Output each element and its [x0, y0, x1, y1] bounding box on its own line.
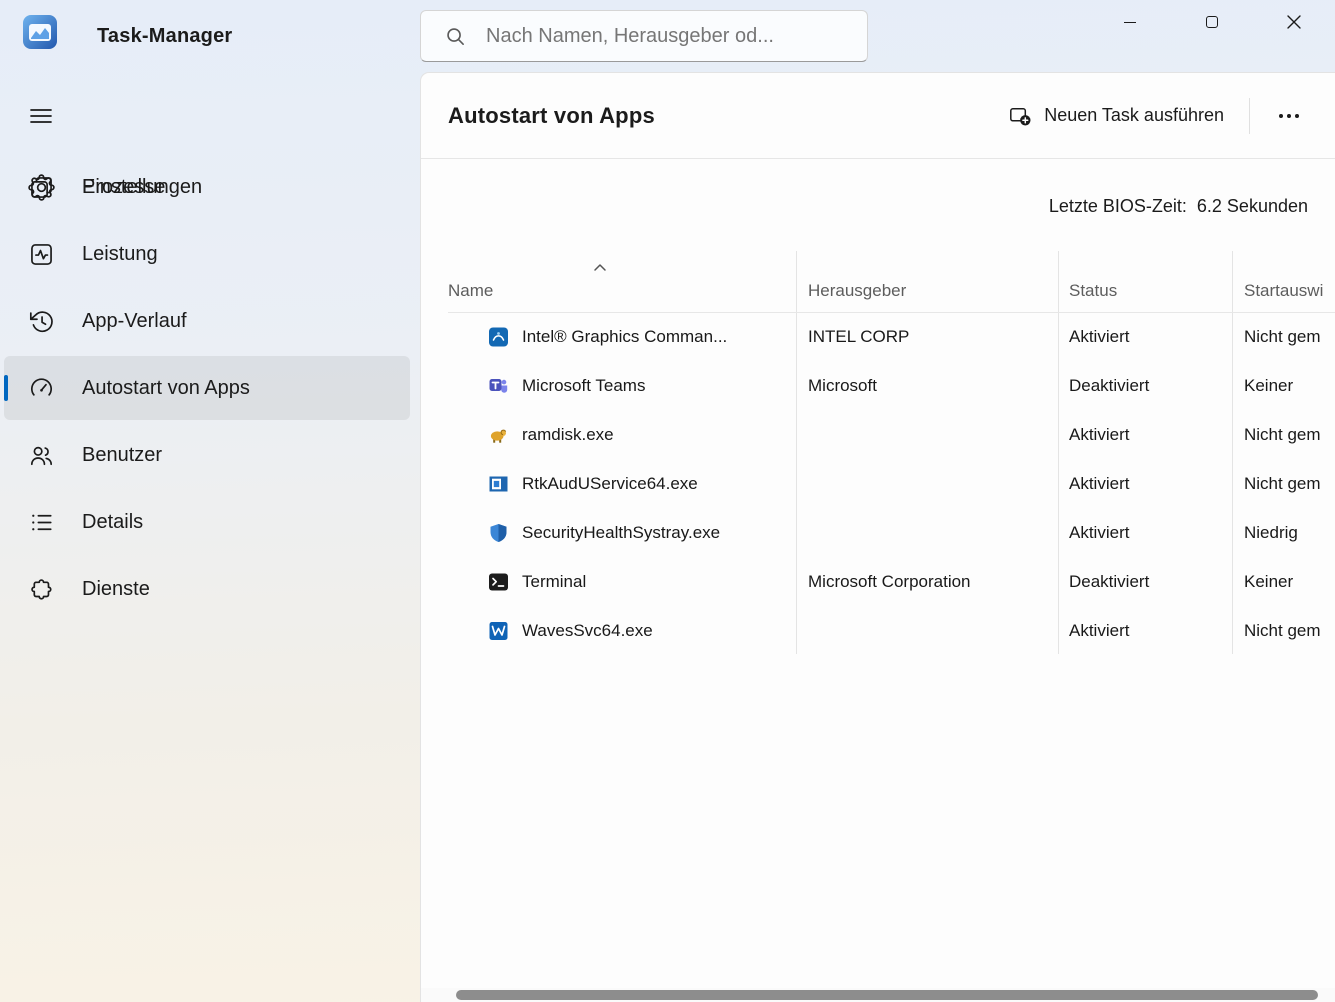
settings-gear-icon	[27, 173, 55, 201]
close-button[interactable]	[1253, 0, 1335, 44]
app-status: Aktiviert	[1069, 606, 1129, 655]
ramdisk-icon	[488, 424, 509, 445]
app-name: Microsoft Teams	[522, 361, 645, 410]
app-startup-impact: Nicht gem	[1244, 459, 1321, 508]
minimize-icon	[1124, 22, 1136, 23]
microsoft-teams-icon	[488, 375, 509, 396]
app-publisher: Microsoft	[808, 361, 877, 410]
app-status: Deaktiviert	[1069, 361, 1149, 410]
minimize-button[interactable]	[1089, 0, 1171, 44]
header-divider	[1249, 98, 1250, 134]
search-box[interactable]	[420, 10, 868, 62]
app-name: SecurityHealthSystray.exe	[522, 508, 720, 557]
hamburger-menu-button[interactable]	[24, 99, 58, 133]
app-startup-impact: Nicht gem	[1244, 312, 1321, 361]
table-row[interactable]: Terminal Microsoft Corporation Deaktivie…	[421, 557, 1335, 606]
task-manager-logo-icon	[22, 14, 58, 50]
app-startup-impact: Keiner	[1244, 557, 1293, 606]
search-icon	[445, 26, 466, 47]
app-name: RtkAudUService64.exe	[522, 459, 698, 508]
main-content: Autostart von Apps Neuen Task ausführen …	[420, 72, 1335, 1002]
column-header-publisher[interactable]: Herausgeber	[808, 281, 906, 301]
app-publisher: INTEL CORP	[808, 312, 909, 361]
close-icon	[1287, 15, 1301, 29]
app-name: Terminal	[522, 557, 586, 606]
realtek-audio-icon	[488, 473, 509, 494]
security-shield-icon	[488, 522, 509, 543]
sidebar-item-einstellungen[interactable]: Einstellungen	[4, 155, 410, 219]
maximize-icon	[1206, 16, 1218, 28]
sidebar-footer: Einstellungen	[0, 152, 420, 992]
app-startup-impact: Nicht gem	[1244, 410, 1321, 459]
table-body: Intel® Graphics Comman... INTEL CORP Akt…	[421, 312, 1335, 655]
run-new-task-label: Neuen Task ausführen	[1044, 105, 1224, 126]
scrollbar-thumb[interactable]	[456, 990, 1318, 1000]
run-new-task-button[interactable]: Neuen Task ausführen	[996, 95, 1236, 137]
column-header-startup-impact[interactable]: Startauswi	[1244, 281, 1323, 301]
sidebar: Task-Manager Prozesse	[0, 0, 420, 1002]
table-row[interactable]: WavesSvc64.exe Aktiviert Nicht gem	[421, 606, 1335, 655]
table-row[interactable]: Microsoft Teams Microsoft Deaktiviert Ke…	[421, 361, 1335, 410]
app-name: WavesSvc64.exe	[522, 606, 653, 655]
app-title: Task-Manager	[97, 25, 232, 48]
column-header-name[interactable]: Name	[448, 281, 493, 301]
waves-audio-icon	[488, 620, 509, 641]
app-status: Aktiviert	[1069, 410, 1129, 459]
app-publisher: Microsoft Corporation	[808, 557, 971, 606]
app-name: Intel® Graphics Comman...	[522, 312, 727, 361]
more-options-button[interactable]	[1263, 96, 1315, 136]
page-title: Autostart von Apps	[448, 103, 655, 129]
sort-ascending-icon[interactable]	[593, 259, 607, 268]
app-startup-impact: Keiner	[1244, 361, 1293, 410]
startup-apps-panel: Letzte BIOS-Zeit: 6.2 Sekunden Name Hera…	[421, 160, 1335, 1002]
search-input[interactable]	[486, 25, 846, 48]
app-status: Aktiviert	[1069, 312, 1129, 361]
bios-time-label: Letzte BIOS-Zeit:	[1049, 196, 1187, 217]
app-status: Deaktiviert	[1069, 557, 1149, 606]
table-row[interactable]: SecurityHealthSystray.exe Aktiviert Nied…	[421, 508, 1335, 557]
table-row[interactable]: Intel® Graphics Comman... INTEL CORP Akt…	[421, 312, 1335, 361]
app-status: Aktiviert	[1069, 508, 1129, 557]
bios-time: Letzte BIOS-Zeit: 6.2 Sekunden	[1049, 196, 1308, 217]
table-header: Name Herausgeber Status Startauswi	[421, 251, 1335, 312]
app-startup-impact: Nicht gem	[1244, 606, 1321, 655]
intel-graphics-icon	[488, 326, 509, 347]
terminal-icon	[488, 571, 509, 592]
horizontal-scrollbar[interactable]	[421, 988, 1335, 1002]
ellipsis-icon	[1276, 103, 1302, 129]
app-status: Aktiviert	[1069, 459, 1129, 508]
page-header: Autostart von Apps Neuen Task ausführen	[421, 73, 1335, 159]
table-row[interactable]: ramdisk.exe Aktiviert Nicht gem	[421, 410, 1335, 459]
maximize-button[interactable]	[1171, 0, 1253, 44]
column-header-status[interactable]: Status	[1069, 281, 1117, 301]
sidebar-item-label: Einstellungen	[82, 176, 202, 199]
table-row[interactable]: RtkAudUService64.exe Aktiviert Nicht gem	[421, 459, 1335, 508]
task-manager-window: Task-Manager Prozesse	[0, 0, 1335, 1002]
app-startup-impact: Niedrig	[1244, 508, 1298, 557]
new-task-icon	[1008, 104, 1032, 128]
window-controls	[1089, 0, 1335, 44]
bios-time-value: 6.2 Sekunden	[1197, 196, 1308, 217]
app-name: ramdisk.exe	[522, 410, 614, 459]
